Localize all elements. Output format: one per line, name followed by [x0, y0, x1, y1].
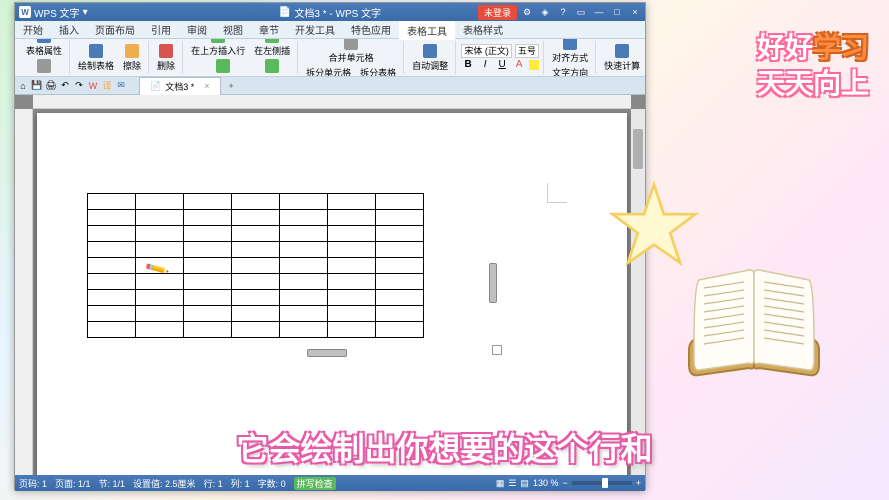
merge-cells-button[interactable]: 合并单元格	[326, 39, 377, 65]
decorative-slogan: 好好学习 天天向上	[757, 30, 869, 103]
document-table[interactable]	[87, 193, 424, 338]
doc-tab-label: 文档3 *	[165, 80, 194, 93]
page-viewport[interactable]	[33, 109, 631, 475]
close-button[interactable]: ×	[627, 5, 643, 19]
italic-button[interactable]: I	[478, 58, 492, 72]
bold-button[interactable]: B	[461, 58, 475, 72]
font-name-select[interactable]: 宋体 (正文)	[461, 44, 512, 58]
zoom-level[interactable]: 130 %	[533, 478, 559, 488]
align-button[interactable]: 对齐方式	[549, 39, 591, 65]
toolbar: ⌂ 💾 🖨 ↶ ↷ W 译 ✉ 📄 文档3 * × +	[15, 77, 645, 95]
status-col: 列: 1	[231, 477, 250, 490]
status-page[interactable]: 页码: 1	[19, 477, 47, 490]
doc-icon: 📄	[279, 7, 291, 18]
star-decoration	[609, 180, 699, 270]
zoom-out-button[interactable]: −	[562, 478, 567, 488]
view-outline-icon[interactable]: ☰	[508, 478, 516, 489]
minimize-button[interactable]: —	[591, 5, 607, 19]
doc-tab-icon: 📄	[150, 81, 161, 92]
menu-section[interactable]: 章节	[251, 20, 287, 39]
help-icon[interactable]: ?	[555, 5, 571, 19]
view-web-icon[interactable]: ▤	[520, 478, 529, 489]
translate-icon[interactable]: 译	[101, 80, 113, 92]
quick-calc-button[interactable]: 快速计算	[601, 43, 643, 73]
document-tab[interactable]: 📄 文档3 * ×	[139, 77, 221, 95]
wps-logo-icon: W	[19, 6, 31, 18]
doc-title: 文档3 * - WPS 文字	[294, 5, 381, 20]
show-grid-button[interactable]: 显示虚框	[23, 58, 65, 78]
save-icon[interactable]: 💾	[31, 80, 43, 92]
titlebar: W WPS 文字 ▾ 📄 文档3 * - WPS 文字 未登录 ⚙ ◈ ? ▭ …	[15, 3, 645, 21]
highlight-button[interactable]	[529, 60, 539, 70]
video-subtitle: 它会绘制出你想要的这个行和	[236, 424, 652, 470]
app-dropdown-icon[interactable]: ▾	[83, 7, 88, 18]
insert-col-left-button[interactable]: 在左侧插	[251, 39, 293, 58]
insert-row-above-button[interactable]: 在上方插入行	[188, 39, 248, 58]
zoom-in-button[interactable]: +	[636, 478, 641, 488]
split-cells-button[interactable]: 拆分单元格	[303, 65, 354, 77]
font-size-select[interactable]: 五号	[515, 44, 539, 58]
col-split-handle[interactable]	[307, 349, 347, 357]
menu-layout[interactable]: 页面布局	[87, 20, 143, 39]
status-pages[interactable]: 页面: 1/1	[55, 477, 91, 490]
menu-insert[interactable]: 插入	[51, 20, 87, 39]
redo-icon[interactable]: ↷	[73, 80, 85, 92]
vertical-ruler[interactable]	[15, 109, 33, 475]
text-frame-marker	[547, 183, 567, 203]
document-area: ✏️	[15, 95, 645, 475]
view-mode-icon[interactable]: ▦	[496, 478, 505, 489]
status-section: 节: 1/1	[99, 477, 126, 490]
underline-button[interactable]: U	[495, 58, 509, 72]
app-label: WPS 文字	[34, 5, 80, 20]
status-chars[interactable]: 字数: 0	[258, 477, 286, 490]
share-icon[interactable]: ✉	[115, 80, 127, 92]
table-props-button[interactable]: 表格属性	[23, 39, 65, 58]
insert-row-below-button[interactable]: 在下方插入行	[193, 58, 253, 78]
vertical-scrollbar[interactable]	[631, 109, 645, 475]
status-spell[interactable]: 拼写检查	[294, 477, 336, 490]
undo-icon[interactable]: ↶	[59, 80, 71, 92]
wps-app-icon[interactable]: W	[87, 80, 99, 92]
eraser-button[interactable]: 擦除	[120, 43, 144, 73]
menu-table-style[interactable]: 表格样式	[455, 20, 511, 39]
menu-reference[interactable]: 引用	[143, 20, 179, 39]
menu-dev[interactable]: 开发工具	[287, 20, 343, 39]
horizontal-ruler[interactable]	[33, 95, 631, 109]
insert-col-right-button[interactable]: 在右侧	[256, 58, 289, 78]
document-page[interactable]	[37, 113, 627, 475]
menu-view[interactable]: 视图	[215, 20, 251, 39]
settings-icon[interactable]: ⚙	[519, 5, 535, 19]
row-split-handle[interactable]	[489, 263, 497, 303]
wps-window: W WPS 文字 ▾ 📄 文档3 * - WPS 文字 未登录 ⚙ ◈ ? ▭ …	[14, 2, 646, 490]
login-badge[interactable]: 未登录	[478, 5, 517, 20]
maximize-button[interactable]: □	[609, 5, 625, 19]
skin-icon[interactable]: ◈	[537, 5, 553, 19]
ribbon-toggle-icon[interactable]: ▭	[573, 5, 589, 19]
print-icon[interactable]: 🖨	[45, 80, 57, 92]
font-color-button[interactable]: A	[512, 58, 526, 72]
ribbon: 表格属性 显示虚框 绘制表格 擦除 删除 在上方插入行 在左侧插 在下方插入行 …	[15, 39, 645, 77]
doc-tab-close-icon[interactable]: ×	[204, 81, 209, 91]
menubar: 开始 插入 页面布局 引用 审阅 视图 章节 开发工具 特色应用 表格工具 表格…	[15, 21, 645, 39]
text-dir-button[interactable]: 文字方向	[549, 65, 591, 77]
statusbar: 页码: 1 页面: 1/1 节: 1/1 设置值: 2.5厘米 行: 1 列: …	[15, 475, 645, 491]
auto-fit-button[interactable]: 自动调整	[409, 43, 451, 73]
split-table-button[interactable]: 拆分表格	[357, 65, 399, 77]
zoom-slider[interactable]	[572, 481, 632, 485]
home-icon[interactable]: ⌂	[17, 80, 29, 92]
status-position: 设置值: 2.5厘米	[133, 477, 196, 490]
draw-table-button[interactable]: 绘制表格	[75, 43, 117, 73]
scroll-thumb[interactable]	[633, 129, 643, 169]
menu-start[interactable]: 开始	[15, 20, 51, 39]
delete-button[interactable]: 删除	[154, 43, 178, 73]
book-decoration	[679, 260, 829, 380]
menu-table-tools[interactable]: 表格工具	[399, 19, 455, 40]
status-line: 行: 1	[204, 477, 223, 490]
add-tab-button[interactable]: +	[223, 81, 240, 91]
menu-special[interactable]: 特色应用	[343, 20, 399, 39]
table-resize-handle[interactable]	[492, 345, 502, 355]
menu-review[interactable]: 审阅	[179, 20, 215, 39]
